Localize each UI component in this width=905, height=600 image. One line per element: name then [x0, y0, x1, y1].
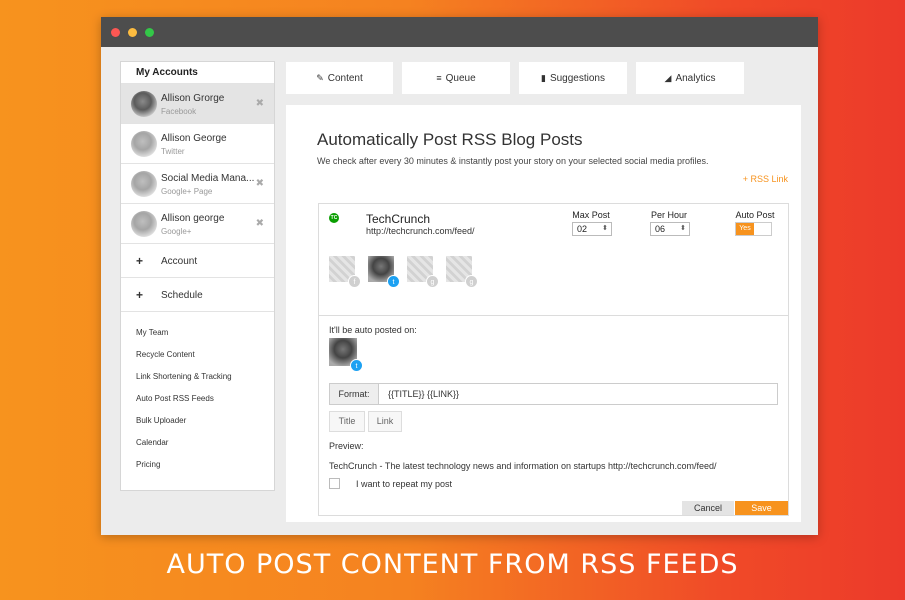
sidebar-link-calendar[interactable]: Calendar [121, 432, 274, 454]
auto-post-toggle-state: Yes [736, 223, 754, 235]
account-item-google-page[interactable]: Social Media Mana... Google+ Page ✖ [121, 163, 274, 203]
max-post-label: Max Post [572, 210, 610, 220]
twitter-icon: t [350, 359, 363, 372]
auto-post-label: Auto Post [735, 210, 775, 220]
plus-icon: + [136, 254, 144, 268]
format-row: Format: [329, 383, 778, 405]
feed-card: TC TechCrunch http://techcrunch.com/feed… [318, 203, 789, 516]
max-post-value: 02 [577, 224, 588, 234]
techcrunch-logo-icon: TC [329, 213, 339, 223]
profile-google-page[interactable]: g [407, 256, 439, 288]
account-item-twitter[interactable]: Allison George Twitter [121, 123, 274, 163]
profile-google[interactable]: g [446, 256, 478, 288]
format-input[interactable] [388, 384, 768, 404]
pencil-icon: ✎ [316, 72, 324, 83]
sidebar: My Accounts Allison Grorge Facebook ✖ Al… [120, 61, 275, 491]
select-arrows-icon: ⬍ [680, 225, 686, 232]
remove-account-icon[interactable]: ✖ [256, 178, 264, 189]
profile-twitter[interactable]: t [368, 256, 400, 288]
plus-icon: + [136, 288, 144, 302]
promo-banner: AUTO POST CONTENT FROM RSS FEEDS [166, 549, 739, 580]
sidebar-links: My Team Recycle Content Link Shortening … [121, 311, 274, 476]
window-titlebar [101, 17, 818, 47]
sidebar-link-link-shortening[interactable]: Link Shortening & Tracking [121, 366, 274, 388]
tab-content[interactable]: ✎ Content [286, 62, 393, 94]
auto-post-toggle[interactable]: Yes [735, 222, 772, 236]
per-hour-value: 06 [655, 224, 666, 234]
app-window: My Accounts Allison Grorge Facebook ✖ Al… [101, 17, 818, 535]
avatar [131, 131, 157, 157]
insert-link-button[interactable]: Link [368, 411, 402, 432]
repeat-post-label: I want to repeat my post [356, 479, 453, 489]
sidebar-link-auto-post-rss[interactable]: Auto Post RSS Feeds [121, 388, 274, 410]
tab-queue[interactable]: ≡ Queue [402, 62, 510, 94]
bar-chart-icon: ◢ [664, 72, 672, 83]
format-label: Format: [330, 384, 379, 404]
avatar [131, 171, 157, 197]
profile-facebook[interactable]: f [329, 256, 361, 288]
sidebar-link-bulk-uploader[interactable]: Bulk Uploader [121, 410, 274, 432]
per-hour-label: Per Hour [650, 210, 687, 220]
page-subtitle: We check after every 30 minutes & instan… [317, 156, 709, 166]
max-post-select[interactable]: 02 ⬍ [572, 222, 612, 236]
account-type: Twitter [161, 147, 185, 156]
twitter-icon: t [387, 275, 400, 288]
repeat-post-checkbox[interactable] [329, 478, 340, 489]
feed-settings: TC TechCrunch http://techcrunch.com/feed… [319, 204, 788, 316]
add-schedule-label: Schedule [161, 290, 203, 301]
account-name: Allison George [161, 133, 227, 144]
google-plus-icon: g [465, 275, 478, 288]
add-account-label: Account [161, 256, 198, 267]
sidebar-link-my-team[interactable]: My Team [121, 322, 274, 344]
tab-label: Suggestions [549, 72, 605, 84]
tab-label: Analytics [675, 72, 716, 84]
account-item-facebook[interactable]: Allison Grorge Facebook ✖ [121, 83, 274, 123]
facebook-icon: f [348, 275, 361, 288]
save-button[interactable]: Save [735, 501, 788, 515]
avatar [131, 211, 157, 237]
add-rss-link-button[interactable]: + RSS Link [743, 174, 788, 184]
list-icon: ≡ [436, 73, 442, 83]
my-accounts-heading: My Accounts [136, 67, 198, 78]
remove-account-icon[interactable]: ✖ [256, 98, 264, 109]
feed-url: http://techcrunch.com/feed/ [366, 226, 475, 236]
tab-label: Queue [445, 72, 476, 84]
insert-title-button[interactable]: Title [329, 411, 365, 432]
remove-account-icon[interactable]: ✖ [256, 218, 264, 229]
sidebar-link-pricing[interactable]: Pricing [121, 454, 274, 476]
minimize-window-button[interactable] [128, 28, 137, 37]
cancel-button[interactable]: Cancel [682, 501, 734, 515]
feed-name: TechCrunch [366, 212, 431, 226]
tab-suggestions[interactable]: ▮ Suggestions [519, 62, 627, 94]
sidebar-link-recycle-content[interactable]: Recycle Content [121, 344, 274, 366]
tab-analytics[interactable]: ◢ Analytics [636, 62, 744, 94]
posted-on-label: It'll be auto posted on: [329, 325, 417, 335]
preview-label: Preview: [329, 441, 364, 451]
account-item-google[interactable]: Allison george Google+ ✖ [121, 203, 274, 243]
avatar [131, 91, 157, 117]
tab-label: Content [327, 72, 363, 84]
select-arrows-icon: ⬍ [602, 225, 608, 232]
page-title: Automatically Post RSS Blog Posts [317, 130, 583, 149]
posted-profile-twitter: t [329, 338, 363, 372]
maximize-window-button[interactable] [145, 28, 154, 37]
add-account-button[interactable]: + Account [121, 243, 274, 277]
close-window-button[interactable] [111, 28, 120, 37]
per-hour-select[interactable]: 06 ⬍ [650, 222, 690, 236]
add-schedule-button[interactable]: + Schedule [121, 277, 274, 311]
bookmark-icon: ▮ [541, 72, 546, 83]
google-plus-icon: g [426, 275, 439, 288]
preview-text: TechCrunch - The latest technology news … [329, 461, 717, 471]
rss-panel: Automatically Post RSS Blog Posts We che… [286, 105, 801, 522]
